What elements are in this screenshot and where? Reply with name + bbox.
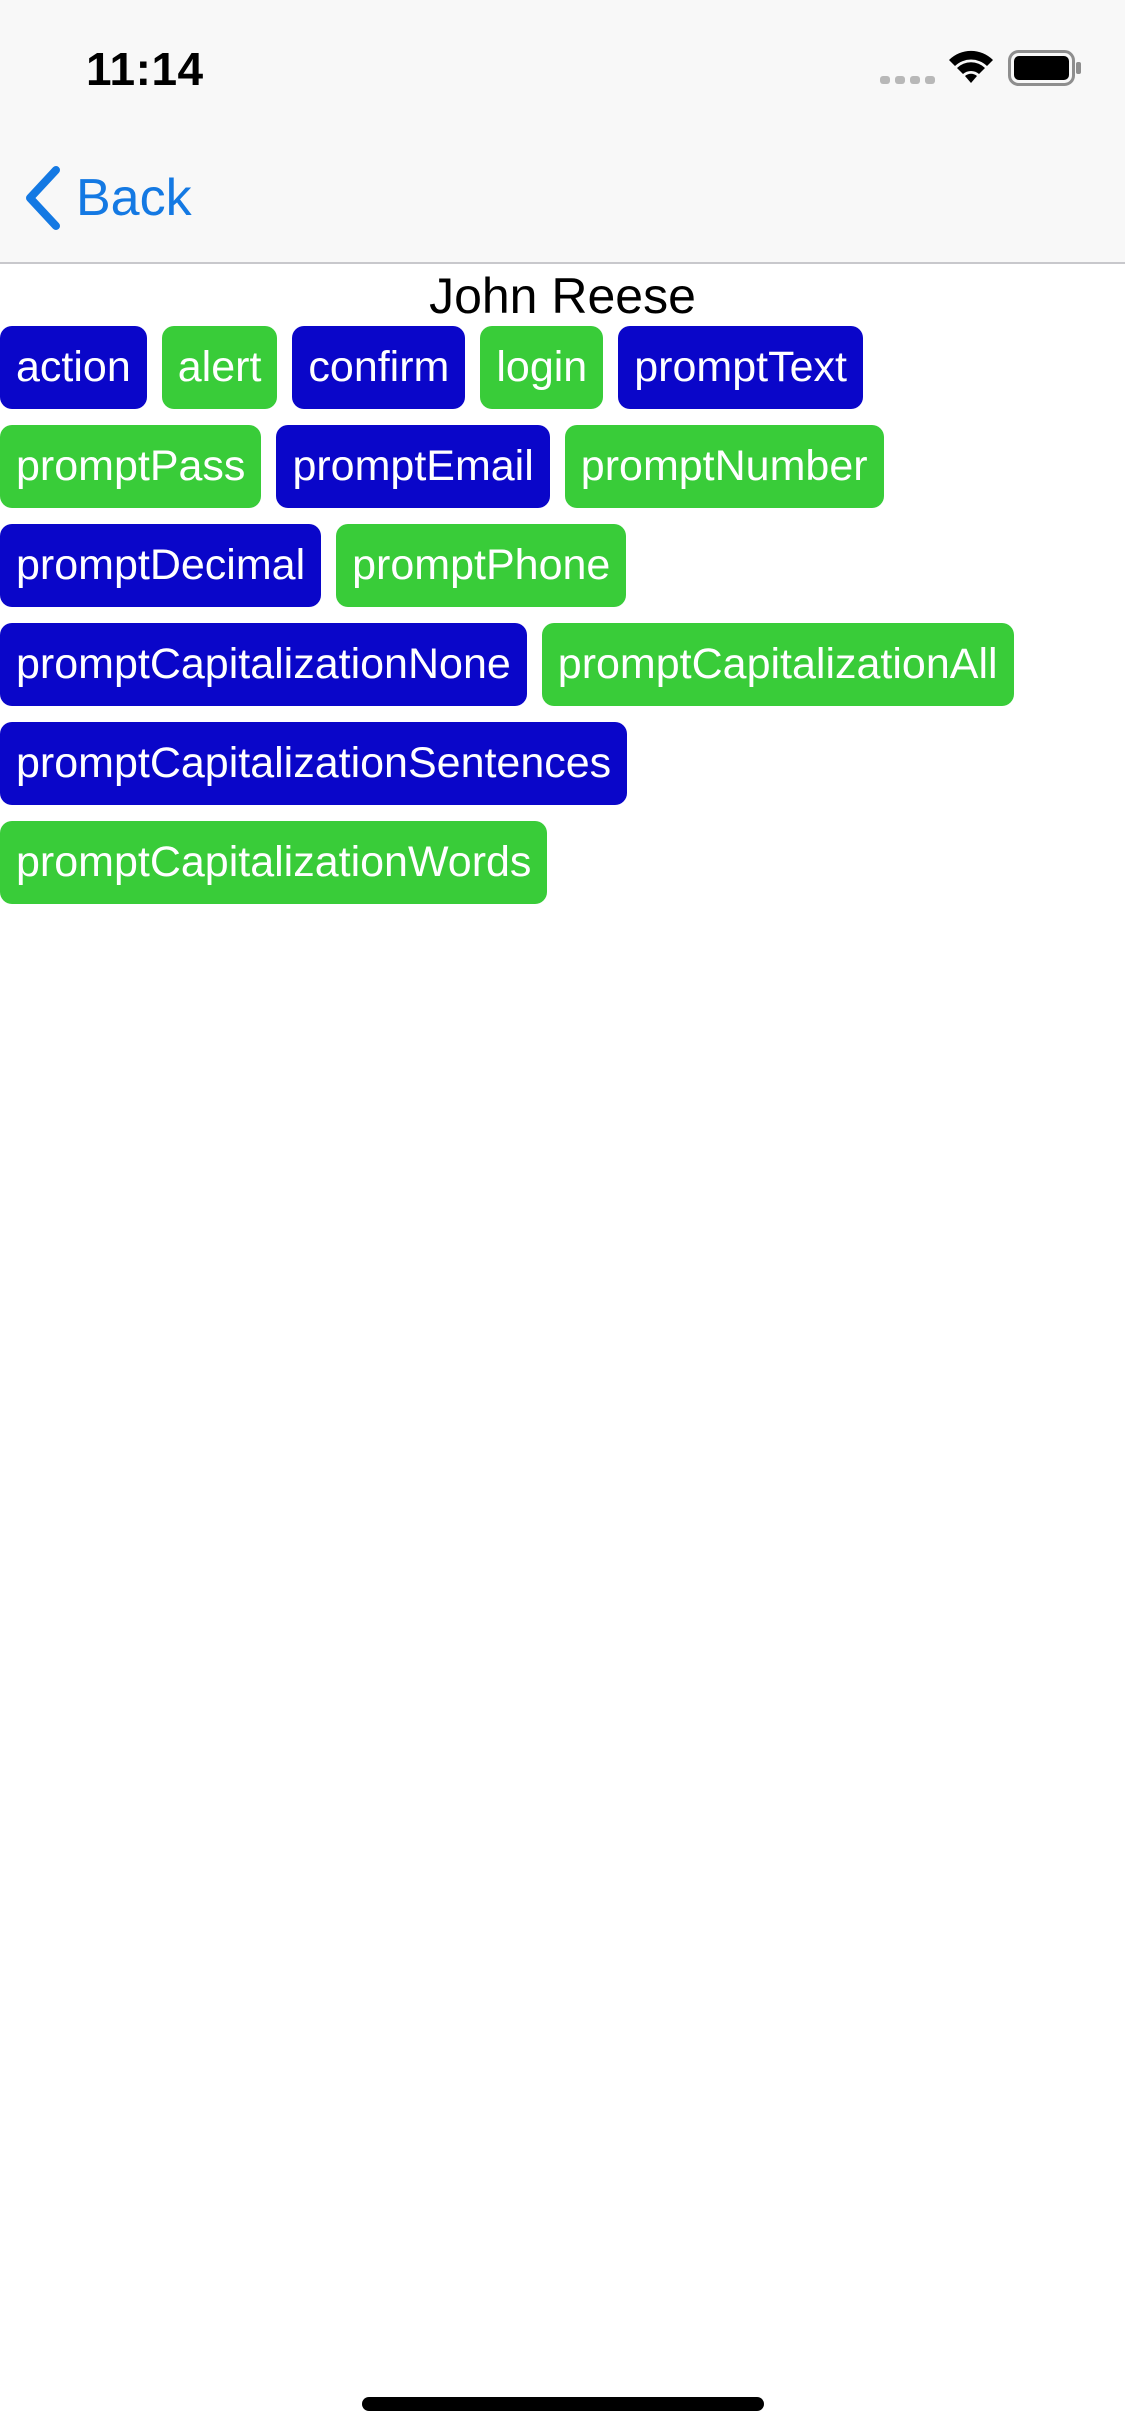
button-prompt-capitalization-words[interactable]: promptCapitalizationWords	[0, 821, 548, 904]
button-prompt-phone[interactable]: promptPhone	[336, 524, 627, 607]
button-prompt-capitalization-sentences[interactable]: promptCapitalizationSentences	[0, 722, 628, 805]
wifi-icon	[949, 50, 993, 83]
button-login[interactable]: login	[480, 326, 604, 409]
button-prompt-pass[interactable]: promptPass	[0, 425, 262, 508]
home-indicator[interactable]	[362, 2397, 764, 2411]
status-time: 11:14	[86, 43, 204, 95]
chevron-left-icon	[26, 166, 60, 230]
button-prompt-decimal[interactable]: promptDecimal	[0, 524, 322, 607]
battery-icon	[1008, 50, 1081, 86]
profile-name: John Reese	[429, 268, 696, 324]
prompt-button-grid: action alert confirm login promptText promptP…	[0, 326, 1125, 904]
back-button[interactable]: Back	[24, 166, 192, 230]
back-label: Back	[76, 169, 192, 227]
button-prompt-number[interactable]: promptNumber	[564, 425, 884, 508]
button-prompt-text[interactable]: promptText	[618, 326, 863, 409]
button-prompt-email[interactable]: promptEmail	[276, 425, 550, 508]
navigation-bar: Back	[0, 132, 1125, 264]
button-prompt-capitalization-all[interactable]: promptCapitalizationAll	[541, 623, 1014, 706]
button-action[interactable]: action	[0, 326, 147, 409]
button-alert[interactable]: alert	[161, 326, 278, 409]
button-confirm[interactable]: confirm	[292, 326, 466, 409]
status-bar: 11:14	[0, 0, 1125, 132]
button-prompt-capitalization-none[interactable]: promptCapitalizationNone	[0, 623, 527, 706]
cellular-signal-icon	[880, 76, 935, 84]
